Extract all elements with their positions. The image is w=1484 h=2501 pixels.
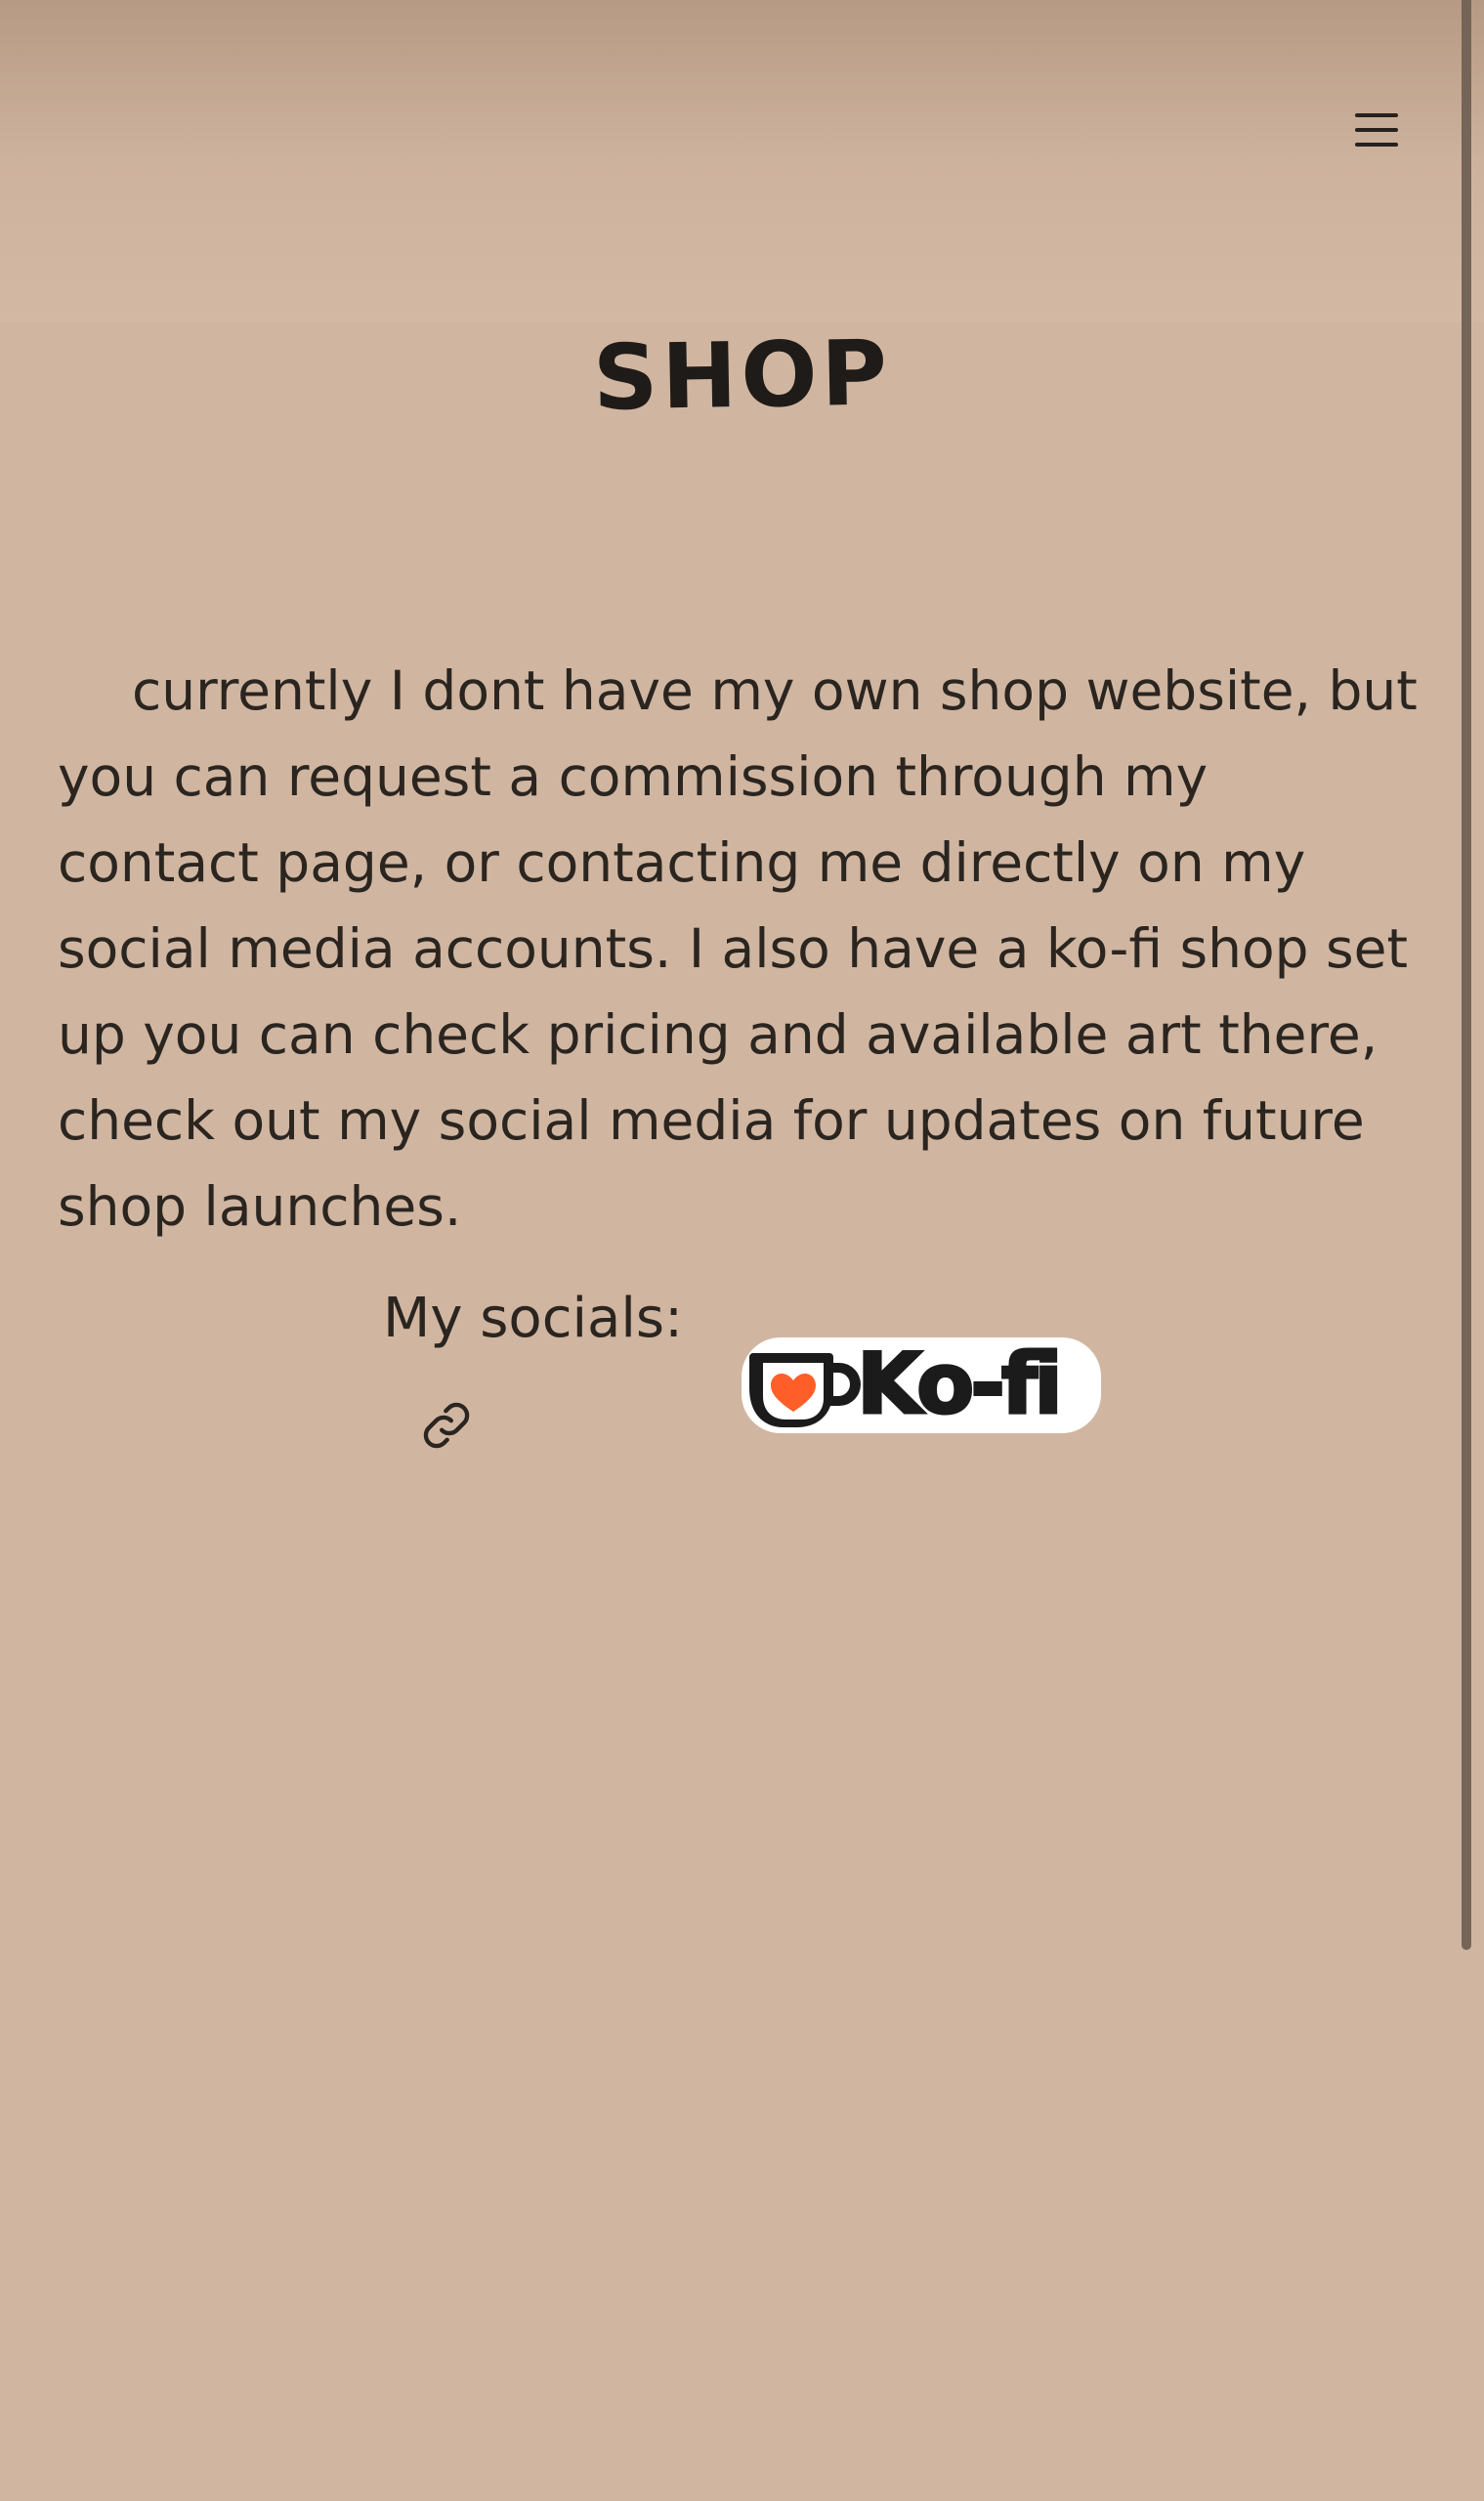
page-title: SHOP [592,320,892,431]
hamburger-menu-icon-line [1355,113,1398,117]
kofi-button[interactable]: Ko-fi [740,1334,1103,1437]
intro-paragraph: currently I dont have my own shop websit… [58,659,1418,1238]
hamburger-menu-icon-line [1355,128,1398,132]
site-header [0,0,1484,293]
scrollbar[interactable] [1462,0,1471,1950]
menu-button[interactable] [1342,103,1411,157]
socials-label: My socials: [383,1287,683,1350]
kofi-brand-text: Ko-fi [856,1335,1065,1435]
link-icon[interactable] [418,1397,475,1454]
hamburger-menu-icon-line [1355,143,1398,147]
